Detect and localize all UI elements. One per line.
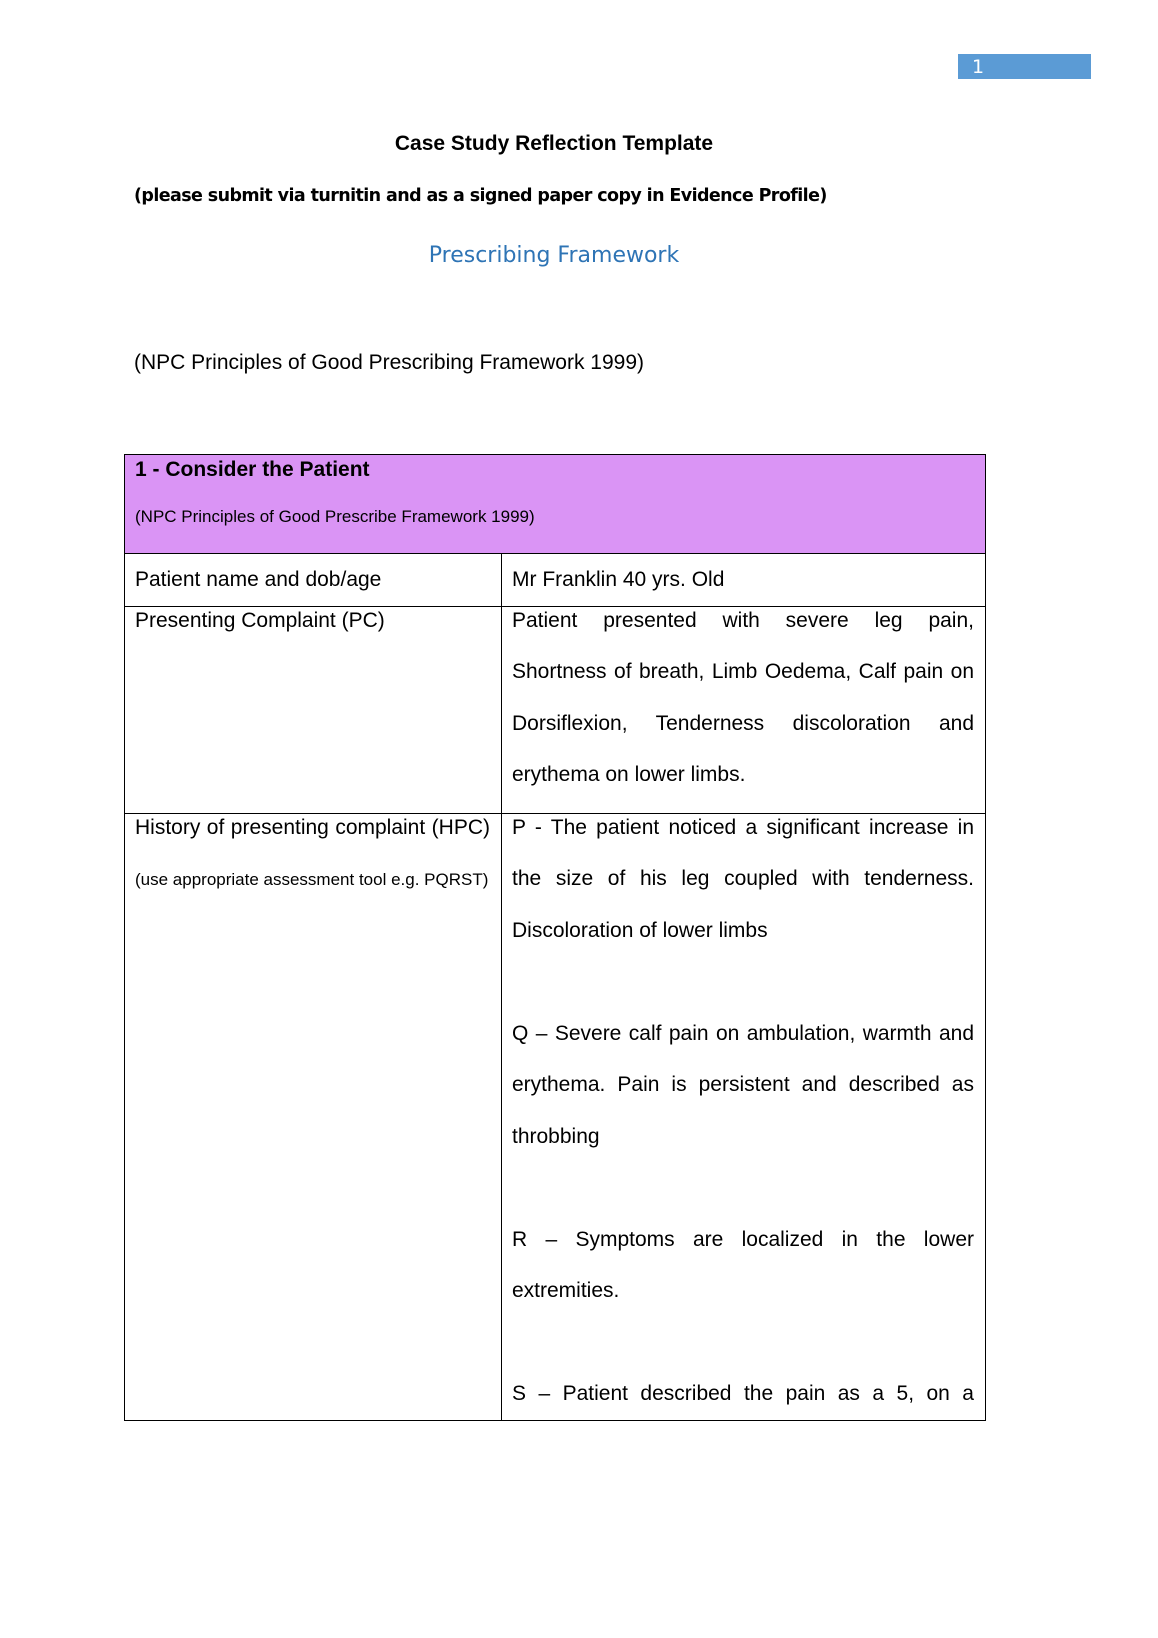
hpc-label-wrap: History of presenting complaint (HPC) (u… (135, 802, 490, 906)
submission-instructions: (please submit via turnitin and as a sig… (134, 186, 827, 206)
consider-patient-table: 1 - Consider the Patient (NPC Principles… (124, 454, 986, 1421)
presenting-complaint-text: Patient presented with severe leg pain, … (512, 608, 974, 787)
document-title: Case Study Reflection Template (394, 132, 714, 155)
row-label: Patient name and dob/age (124, 553, 502, 607)
pqrst-q: Q – Severe calf pain on ambulation, warm… (512, 1021, 974, 1148)
pqrst-p: P - The patient noticed a significant in… (512, 815, 974, 942)
table-row: History of presenting complaint (HPC) (u… (124, 812, 986, 1421)
section-title: 1 - Consider the Patient (135, 458, 370, 481)
hpc-label-note: (use appropriate assessment tool e.g. PQ… (135, 870, 489, 889)
page-number-badge: 1 (958, 54, 1091, 79)
section-header-cell: 1 - Consider the Patient (NPC Principles… (124, 454, 986, 554)
row-value: P - The patient noticed a significant in… (501, 812, 986, 1421)
row-value: Patient presented with severe leg pain, … (501, 605, 986, 814)
hpc-label: History of presenting complaint (HPC) (135, 815, 490, 839)
row-label: History of presenting complaint (HPC) (u… (124, 812, 502, 1421)
npc-reference: (NPC Principles of Good Prescribing Fram… (134, 351, 645, 374)
framework-heading: Prescribing Framework (428, 243, 680, 268)
row-label: Presenting Complaint (PC) (124, 605, 502, 814)
table-row: Presenting Complaint (PC) Patient presen… (124, 605, 986, 814)
pqrst-r: R – Symptoms are localized in the lower … (512, 1227, 974, 1303)
section-subtitle: (NPC Principles of Good Prescribe Framew… (135, 507, 535, 526)
pqrst-s: S – Patient described the pain as a 5, o… (512, 1382, 974, 1405)
hpc-paragraphs: P - The patient noticed a significant in… (512, 802, 974, 1420)
section-header-row: 1 - Consider the Patient (NPC Principles… (124, 454, 986, 554)
